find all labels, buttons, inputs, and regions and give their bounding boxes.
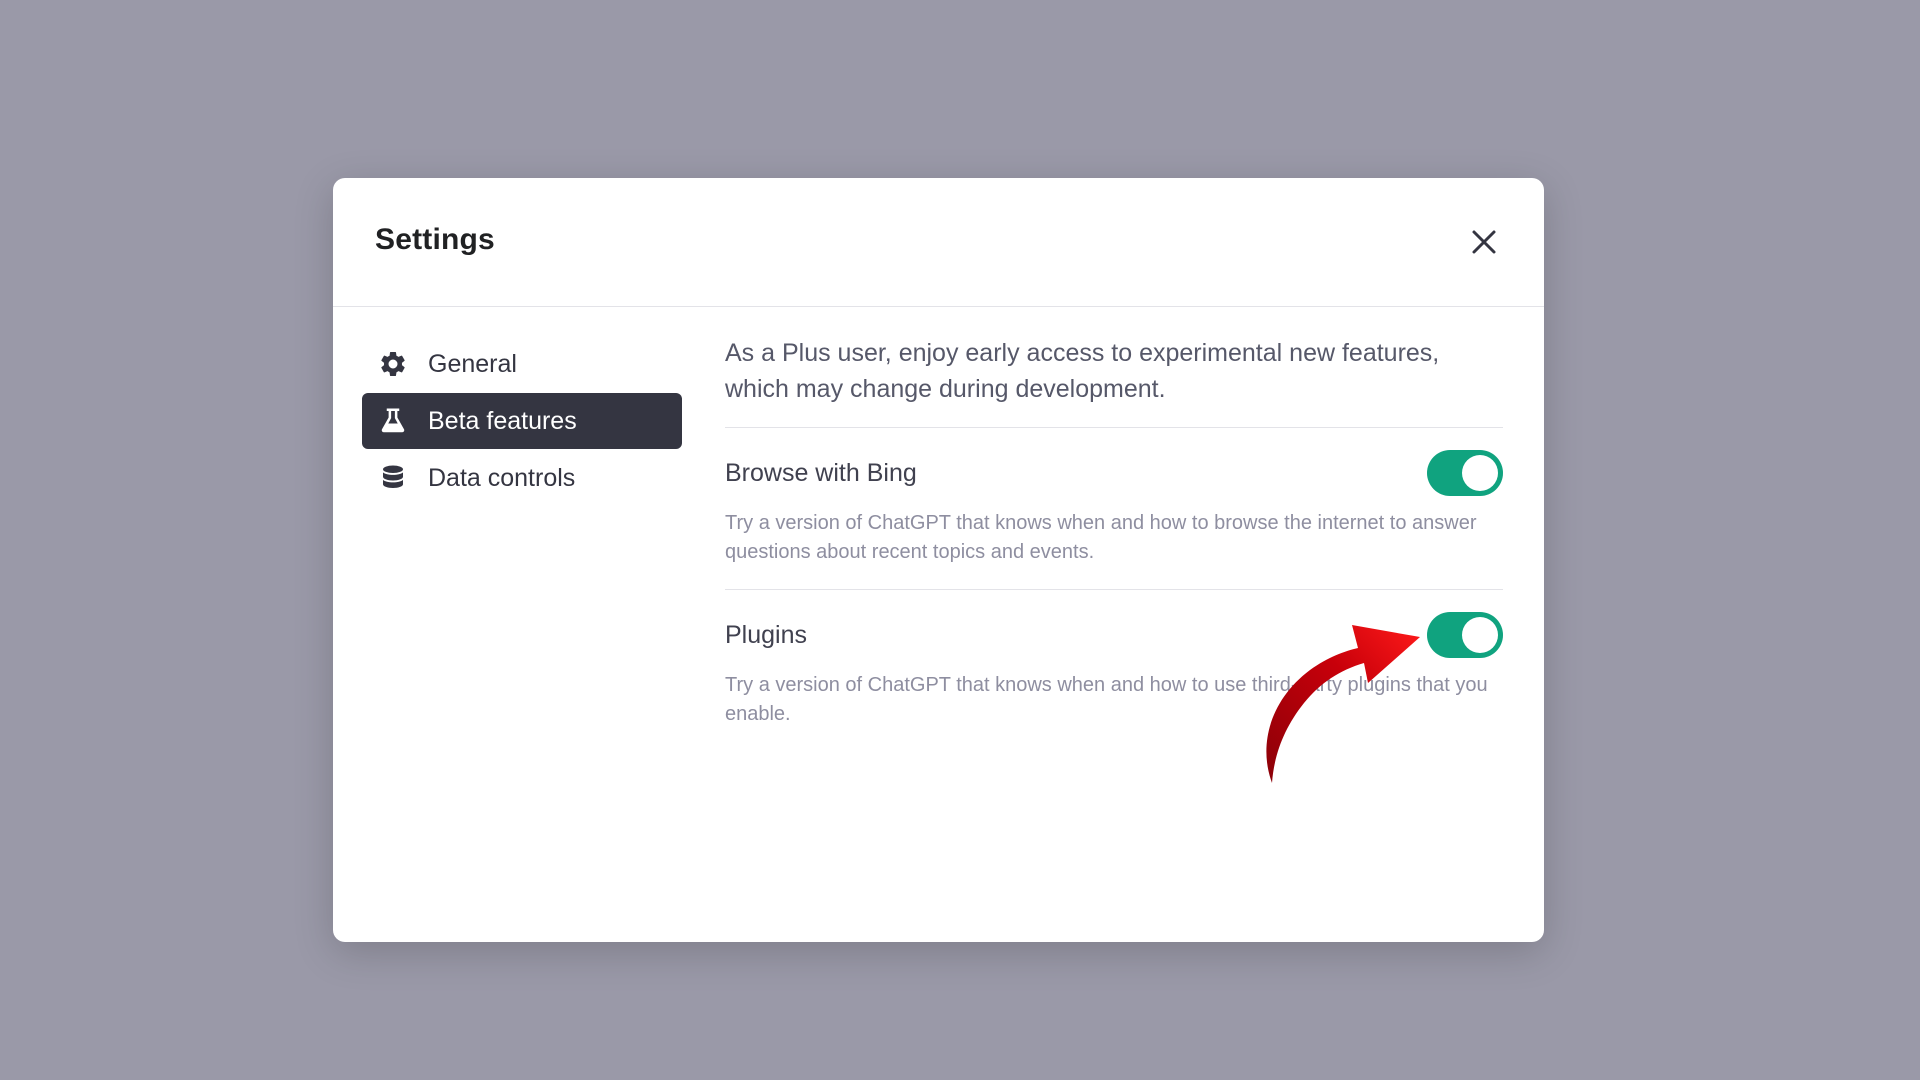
- sidebar-item-data-controls[interactable]: Data controls: [362, 450, 682, 506]
- feature-description: Try a version of ChatGPT that knows when…: [725, 674, 1488, 725]
- modal-header: Settings: [333, 178, 1544, 307]
- modal-title: Settings: [375, 223, 495, 256]
- feature-description: Try a version of ChatGPT that knows when…: [725, 512, 1477, 563]
- sidebar-item-general[interactable]: General: [362, 336, 682, 392]
- close-button[interactable]: [1464, 222, 1504, 262]
- beta-features-panel: As a Plus user, enjoy early access to ex…: [725, 336, 1503, 751]
- settings-sidebar: General Beta features Data controls: [362, 336, 682, 507]
- sidebar-item-beta-features[interactable]: Beta features: [362, 393, 682, 449]
- flask-icon: [378, 406, 408, 436]
- sidebar-item-label: Data controls: [428, 463, 576, 492]
- gear-icon: [378, 349, 408, 379]
- toggle-knob: [1462, 617, 1498, 653]
- close-icon: [1472, 230, 1496, 254]
- browse-with-bing-toggle[interactable]: [1427, 450, 1503, 496]
- feature-title: Plugins: [725, 620, 807, 649]
- database-icon: [378, 463, 408, 493]
- plugins-toggle[interactable]: [1427, 612, 1503, 658]
- sidebar-item-label: General: [428, 349, 517, 378]
- intro-text: As a Plus user, enjoy early access to ex…: [725, 335, 1503, 428]
- feature-browse-with-bing: Browse with Bing Try a version of ChatGP…: [725, 428, 1503, 590]
- toggle-knob: [1462, 455, 1498, 491]
- sidebar-item-label: Beta features: [428, 406, 577, 435]
- feature-title: Browse with Bing: [725, 458, 917, 487]
- settings-modal: Settings General Beta features Data cont…: [333, 178, 1544, 942]
- feature-plugins: Plugins Try a version of ChatGPT that kn…: [725, 590, 1503, 751]
